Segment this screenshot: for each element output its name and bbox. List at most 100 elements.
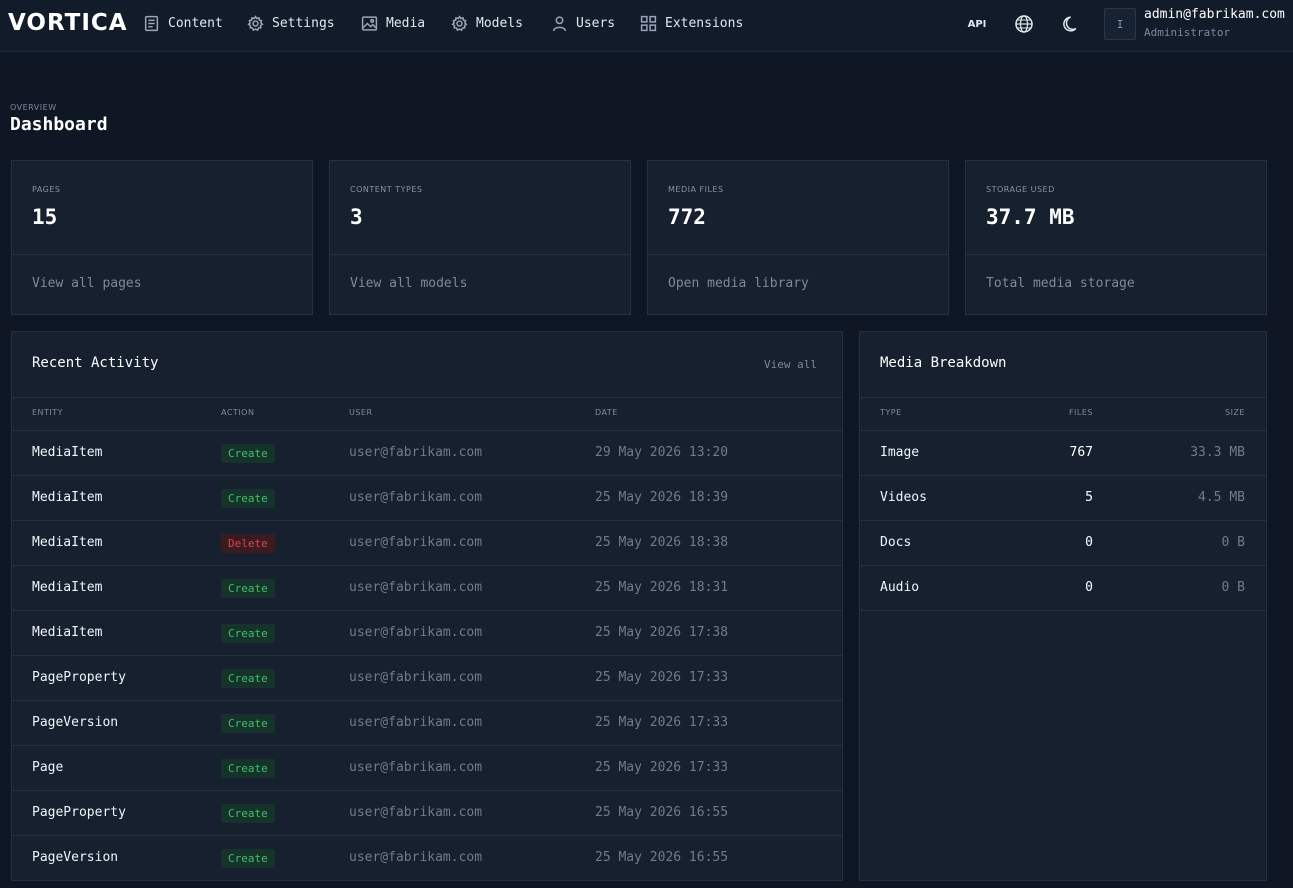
column-header-user: USER — [349, 408, 373, 417]
panel-title: Recent Activity — [32, 355, 159, 371]
size-cell: 4.5 MB — [1198, 490, 1245, 505]
entity-cell: PageProperty — [32, 670, 126, 685]
table-row[interactable]: MediaItem Create user@fabrikam.com 25 May 2… — [12, 611, 842, 656]
panel-title: Media Breakdown — [880, 355, 1007, 371]
date-cell: 25 May 2026 16:55 — [595, 850, 729, 865]
table-row[interactable]: MediaItem Create user@fabrikam.com 25 May 2… — [12, 566, 842, 611]
date-cell: 25 May 2026 17:33 — [595, 715, 729, 730]
total-media-storage-link[interactable]: Total media storage — [986, 276, 1135, 291]
date-cell: 29 May 2026 13:20 — [595, 445, 729, 460]
nav-media[interactable]: Media — [361, 0, 425, 47]
grid-icon — [640, 15, 657, 32]
action-badge: Create — [221, 444, 275, 463]
user-cell: user@fabrikam.com — [349, 535, 483, 550]
nav-content[interactable]: Content — [143, 0, 223, 47]
divider — [966, 254, 1266, 255]
table-row: Videos 5 4.5 MB — [860, 476, 1266, 521]
date-cell: 25 May 2026 17:33 — [595, 670, 729, 685]
table-row[interactable]: MediaItem Create user@fabrikam.com 29 May 2… — [12, 431, 842, 476]
column-header-type: TYPE — [880, 408, 902, 417]
api-button[interactable]: API — [966, 12, 988, 36]
nav-settings[interactable]: Settings — [247, 0, 335, 47]
stat-value: 37.7 MB — [986, 205, 1075, 229]
stat-card-content-types: CONTENT TYPES 3 View all models — [329, 160, 631, 315]
stat-card-media-files: MEDIA FILES 772 Open media library — [647, 160, 949, 315]
document-icon — [144, 15, 159, 32]
view-all-pages-link[interactable]: View all pages — [32, 276, 142, 291]
nav-models[interactable]: Models — [451, 0, 523, 47]
entity-cell: PageVersion — [32, 715, 119, 730]
entity-cell: MediaItem — [32, 625, 103, 640]
moon-icon — [1063, 16, 1077, 32]
action-badge: Create — [221, 714, 275, 733]
files-cell: 5 — [1085, 490, 1093, 505]
table-row[interactable]: PageProperty Create user@fabrikam.com 25 Ma… — [12, 791, 842, 836]
table-row[interactable]: MediaItem Create user@fabrikam.com 25 May 2… — [12, 476, 842, 521]
type-cell: Videos — [880, 490, 927, 505]
table-row[interactable]: Page Create user@fabrikam.com 25 May 2026 1… — [12, 746, 842, 791]
nav-extensions-label: Extensions — [665, 16, 744, 31]
stat-card-storage-used: STORAGE USED 37.7 MB Total media storage — [965, 160, 1267, 315]
entity-cell: MediaItem — [32, 445, 103, 460]
size-cell: 0 B — [1221, 535, 1245, 550]
page-title: Dashboard — [10, 114, 108, 135]
divider — [648, 254, 948, 255]
table-row[interactable]: PageVersion Create user@fabrikam.com 25 May… — [12, 701, 842, 746]
media-breakdown-panel: Media Breakdown TYPE FILES SIZE Image 767… — [859, 331, 1267, 881]
table-row[interactable]: MediaItem Delete user@fabrikam.com 25 May 2… — [12, 521, 842, 566]
user-cell: user@fabrikam.com — [349, 715, 483, 730]
date-cell: 25 May 2026 16:55 — [595, 805, 729, 820]
type-cell: Image — [880, 445, 920, 460]
nav-settings-label: Settings — [272, 16, 335, 31]
user-cell: user@fabrikam.com — [349, 445, 483, 460]
action-badge: Create — [221, 759, 275, 778]
page-eyebrow: OVERVIEW — [10, 103, 57, 112]
view-all-link[interactable]: View all — [764, 358, 817, 371]
brand-logo[interactable]: VORTICA — [8, 10, 128, 36]
view-all-models-link[interactable]: View all models — [350, 276, 467, 291]
files-cell: 0 — [1085, 580, 1093, 595]
nav-models-label: Models — [476, 16, 523, 31]
date-cell: 25 May 2026 18:31 — [595, 580, 729, 595]
top-navigation-bar: VORTICA Content Settings Media Models Us… — [0, 0, 1293, 52]
stat-value: 772 — [668, 205, 706, 229]
divider — [860, 397, 1266, 398]
avatar[interactable]: I — [1104, 8, 1136, 40]
table-row: Docs 0 0 B — [860, 521, 1266, 566]
user-cell: user@fabrikam.com — [349, 490, 483, 505]
size-cell: 0 B — [1221, 580, 1245, 595]
open-media-library-link[interactable]: Open media library — [668, 276, 809, 291]
table-row[interactable]: PageVersion Create user@fabrikam.com 25 May… — [12, 836, 842, 881]
date-cell: 25 May 2026 18:39 — [595, 490, 729, 505]
divider — [12, 254, 312, 255]
user-role: Administrator — [1144, 26, 1231, 39]
action-badge: Create — [221, 579, 275, 598]
nav-users[interactable]: Users — [551, 0, 615, 47]
table-row: Image 767 33.3 MB — [860, 431, 1266, 476]
stat-card-pages: PAGES 15 View all pages — [11, 160, 313, 315]
divider — [12, 397, 842, 398]
entity-cell: MediaItem — [32, 535, 103, 550]
date-cell: 25 May 2026 18:38 — [595, 535, 729, 550]
entity-cell: Page — [32, 760, 64, 775]
entity-cell: MediaItem — [32, 580, 103, 595]
user-icon — [552, 16, 567, 32]
column-header-date: DATE — [595, 408, 618, 417]
globe-button[interactable] — [1013, 12, 1035, 36]
table-row: Audio 0 0 B — [860, 566, 1266, 611]
theme-toggle-button[interactable] — [1061, 12, 1083, 36]
action-badge: Delete — [221, 534, 275, 553]
user-email[interactable]: admin@fabrikam.com — [1144, 7, 1285, 22]
stat-label: STORAGE USED — [986, 185, 1055, 194]
entity-cell: MediaItem — [32, 490, 103, 505]
action-badge: Create — [221, 489, 275, 508]
nav-extensions[interactable]: Extensions — [640, 0, 743, 47]
stat-label: PAGES — [32, 185, 61, 194]
user-cell: user@fabrikam.com — [349, 850, 483, 865]
table-row[interactable]: PageProperty Create user@fabrikam.com 25 Ma… — [12, 656, 842, 701]
user-cell: user@fabrikam.com — [349, 625, 483, 640]
action-badge: Create — [221, 804, 275, 823]
stat-value: 15 — [32, 205, 58, 229]
recent-activity-panel: Recent Activity View all ENTITY ACTION U… — [11, 331, 843, 881]
globe-icon — [1015, 15, 1033, 33]
